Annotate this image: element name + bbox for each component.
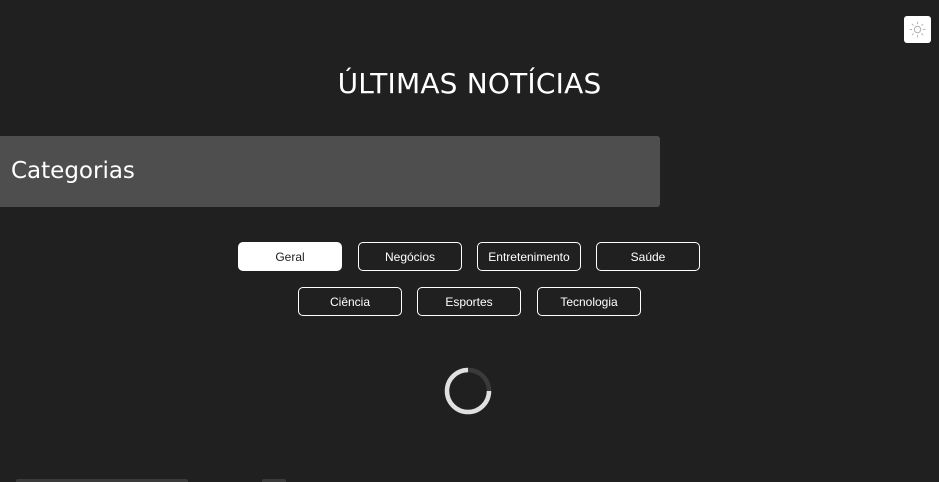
page: ÚLTIMAS NOTÍCIAS Categorias Geral Negóci… [0,0,939,482]
page-title: ÚLTIMAS NOTÍCIAS [337,67,602,100]
category-button-negocios[interactable]: Negócios [358,242,462,271]
category-button-entretenimento[interactable]: Entretenimento [477,242,581,271]
categories-heading: Categorias [11,158,135,184]
category-button-tecnologia[interactable]: Tecnologia [537,287,641,316]
theme-toggle-button[interactable] [904,16,931,43]
category-button-geral[interactable]: Geral [238,242,342,271]
categories-banner: Categorias [0,136,660,207]
spinner-icon [444,367,492,415]
category-button-saude[interactable]: Saúde [596,242,700,271]
category-button-esportes[interactable]: Esportes [417,287,521,316]
category-button-ciencia[interactable]: Ciência [298,287,402,316]
sun-icon [909,21,926,38]
